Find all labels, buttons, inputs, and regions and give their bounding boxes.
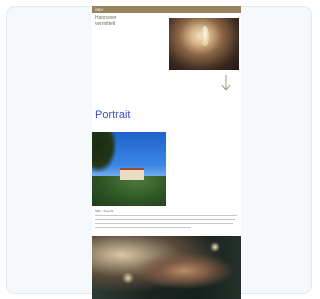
top-bar: SBV bbox=[92, 6, 241, 13]
arrow-down-icon[interactable] bbox=[220, 74, 232, 92]
text-line bbox=[95, 227, 191, 228]
bottom-image bbox=[92, 236, 241, 299]
text-line bbox=[95, 223, 233, 224]
image-caption: SBV · Ansicht bbox=[95, 209, 114, 213]
body-text-block bbox=[95, 215, 237, 231]
page-preview[interactable]: SBV Hannover vermittelt Portrait SBV · A… bbox=[92, 6, 241, 299]
subnav-text[interactable]: Hannover vermittelt bbox=[95, 15, 117, 27]
hill bbox=[92, 176, 166, 206]
tree-silhouette bbox=[92, 132, 116, 172]
light-glow bbox=[210, 242, 220, 252]
castle bbox=[120, 168, 144, 180]
portrait-image bbox=[92, 132, 166, 206]
light-glow bbox=[122, 272, 134, 284]
text-line bbox=[95, 219, 235, 220]
hero-image bbox=[169, 18, 239, 70]
section-title: Portrait bbox=[95, 109, 131, 121]
text-line bbox=[95, 215, 237, 216]
logo[interactable]: SBV bbox=[95, 7, 103, 12]
